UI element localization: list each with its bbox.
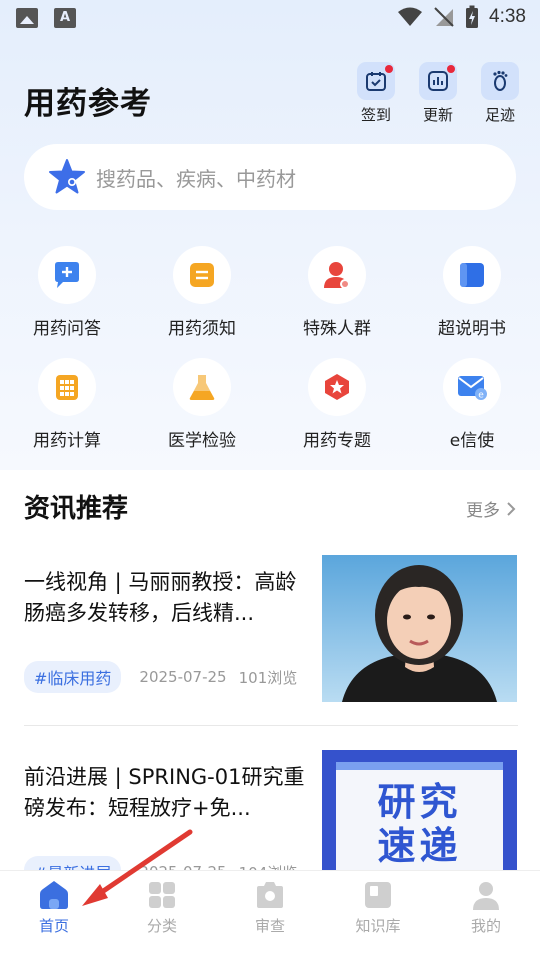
- grid-item-label: 用药问答: [33, 319, 101, 339]
- book-icon: [460, 263, 484, 287]
- home-icon: [40, 881, 68, 909]
- grid-item-label: 用药计算: [33, 431, 101, 451]
- update-label: 更新: [422, 106, 453, 124]
- nav-label: 审查: [254, 917, 285, 935]
- thumbnail-caption-line: 研究: [377, 780, 462, 824]
- grid-item-label: 特殊人群: [303, 319, 371, 339]
- nav-label: 我的: [470, 917, 501, 935]
- grid-item-medication-topics[interactable]: 用药专题: [272, 358, 402, 451]
- svg-text:e: e: [478, 391, 484, 401]
- grid-item-special-population[interactable]: 特殊人群: [272, 246, 402, 339]
- grid-item-label: 用药专题: [303, 431, 371, 451]
- nav-category[interactable]: 分类: [122, 879, 202, 936]
- news-meta: #临床用药 2025-07-25 101浏览: [24, 661, 297, 693]
- more-label: 更多: [466, 501, 500, 521]
- nav-label: 知识库: [355, 917, 401, 935]
- more-link[interactable]: 更多: [466, 496, 516, 521]
- search-bar[interactable]: 搜药品、疾病、中药材: [24, 144, 516, 210]
- grid-item-medication-notice[interactable]: 用药须知: [137, 246, 267, 339]
- grid-item-label: 医学检验: [168, 431, 236, 451]
- gallery-notification-icon: [16, 8, 38, 28]
- camera-icon: [257, 882, 283, 908]
- mail-icon: e: [458, 376, 487, 401]
- news-divider: [24, 725, 518, 726]
- star-search-icon: [49, 159, 85, 194]
- chevron-right-icon: [507, 501, 516, 516]
- update-button[interactable]: 更新: [413, 62, 463, 125]
- checkin-button[interactable]: 签到: [351, 62, 401, 125]
- nav-label: 分类: [146, 917, 177, 935]
- grid-item-lab-tests[interactable]: 医学检验: [137, 358, 267, 451]
- footprint-button[interactable]: 足迹: [475, 62, 525, 125]
- news-tag[interactable]: #临床用药: [24, 661, 122, 693]
- footprint-icon: [493, 70, 508, 91]
- grid-item-label: 超说明书: [438, 319, 506, 339]
- search-placeholder: 搜药品、疾病、中药材: [96, 166, 296, 191]
- news-title: 前沿进展 | SPRING-01研究重磅发布：短程放疗+免...: [24, 765, 305, 820]
- checkin-label: 签到: [360, 106, 391, 124]
- grid-item-e-messenger[interactable]: e e信使: [407, 358, 537, 451]
- news-title: 一线视角 | 马丽丽教授：高龄肠癌多发转移，后线精...: [24, 570, 297, 625]
- wifi-icon: [398, 7, 423, 26]
- chat-plus-icon: [55, 262, 79, 288]
- nav-knowledge-base[interactable]: 知识库: [338, 879, 418, 936]
- grid-item-dose-calculator[interactable]: 用药计算: [2, 358, 132, 451]
- flask-icon: [189, 375, 215, 400]
- section-title: 资讯推荐: [24, 494, 129, 524]
- user-icon: [473, 882, 499, 910]
- clock: 4:38: [489, 6, 526, 27]
- person-icon: [324, 262, 350, 289]
- grid-item-medication-qa[interactable]: 用药问答: [2, 246, 132, 339]
- nav-home[interactable]: 首页: [14, 879, 94, 936]
- bar-chart-icon: [428, 71, 448, 91]
- notice-icon: [190, 263, 214, 287]
- nav-review[interactable]: 审查: [230, 879, 310, 936]
- news-date: 2025-07-25: [139, 668, 227, 686]
- thumbnail-caption: 研究 速递: [322, 780, 517, 868]
- grid-item-label: e信使: [449, 431, 495, 451]
- text-notification-icon: A: [54, 8, 76, 28]
- status-bar: A 4:38: [0, 0, 540, 36]
- badge-star-icon: [325, 374, 349, 400]
- checkin-badge: [385, 65, 393, 73]
- nav-label: 首页: [38, 917, 69, 935]
- app-title: 用药参考: [24, 86, 152, 122]
- grid-icon: [149, 882, 175, 908]
- bottom-navigation: 首页 分类 审查 知识库 我的: [0, 870, 540, 960]
- nav-profile[interactable]: 我的: [446, 879, 526, 936]
- battery-charging-icon: [466, 5, 479, 28]
- news-views: 101浏览: [238, 668, 298, 687]
- update-badge: [447, 65, 455, 73]
- no-signal-icon: [434, 7, 454, 27]
- grid-item-label: 用药须知: [168, 319, 236, 339]
- footprint-label: 足迹: [484, 106, 515, 124]
- calculator-icon: [56, 375, 78, 400]
- news-thumbnail-research: 研究 速递: [322, 750, 517, 870]
- book-icon: [365, 882, 391, 908]
- thumbnail-caption-line: 速递: [377, 824, 462, 868]
- news-thumbnail-portrait: [322, 555, 517, 702]
- grid-item-off-label[interactable]: 超说明书: [407, 246, 537, 339]
- calendar-check-icon: [366, 72, 386, 91]
